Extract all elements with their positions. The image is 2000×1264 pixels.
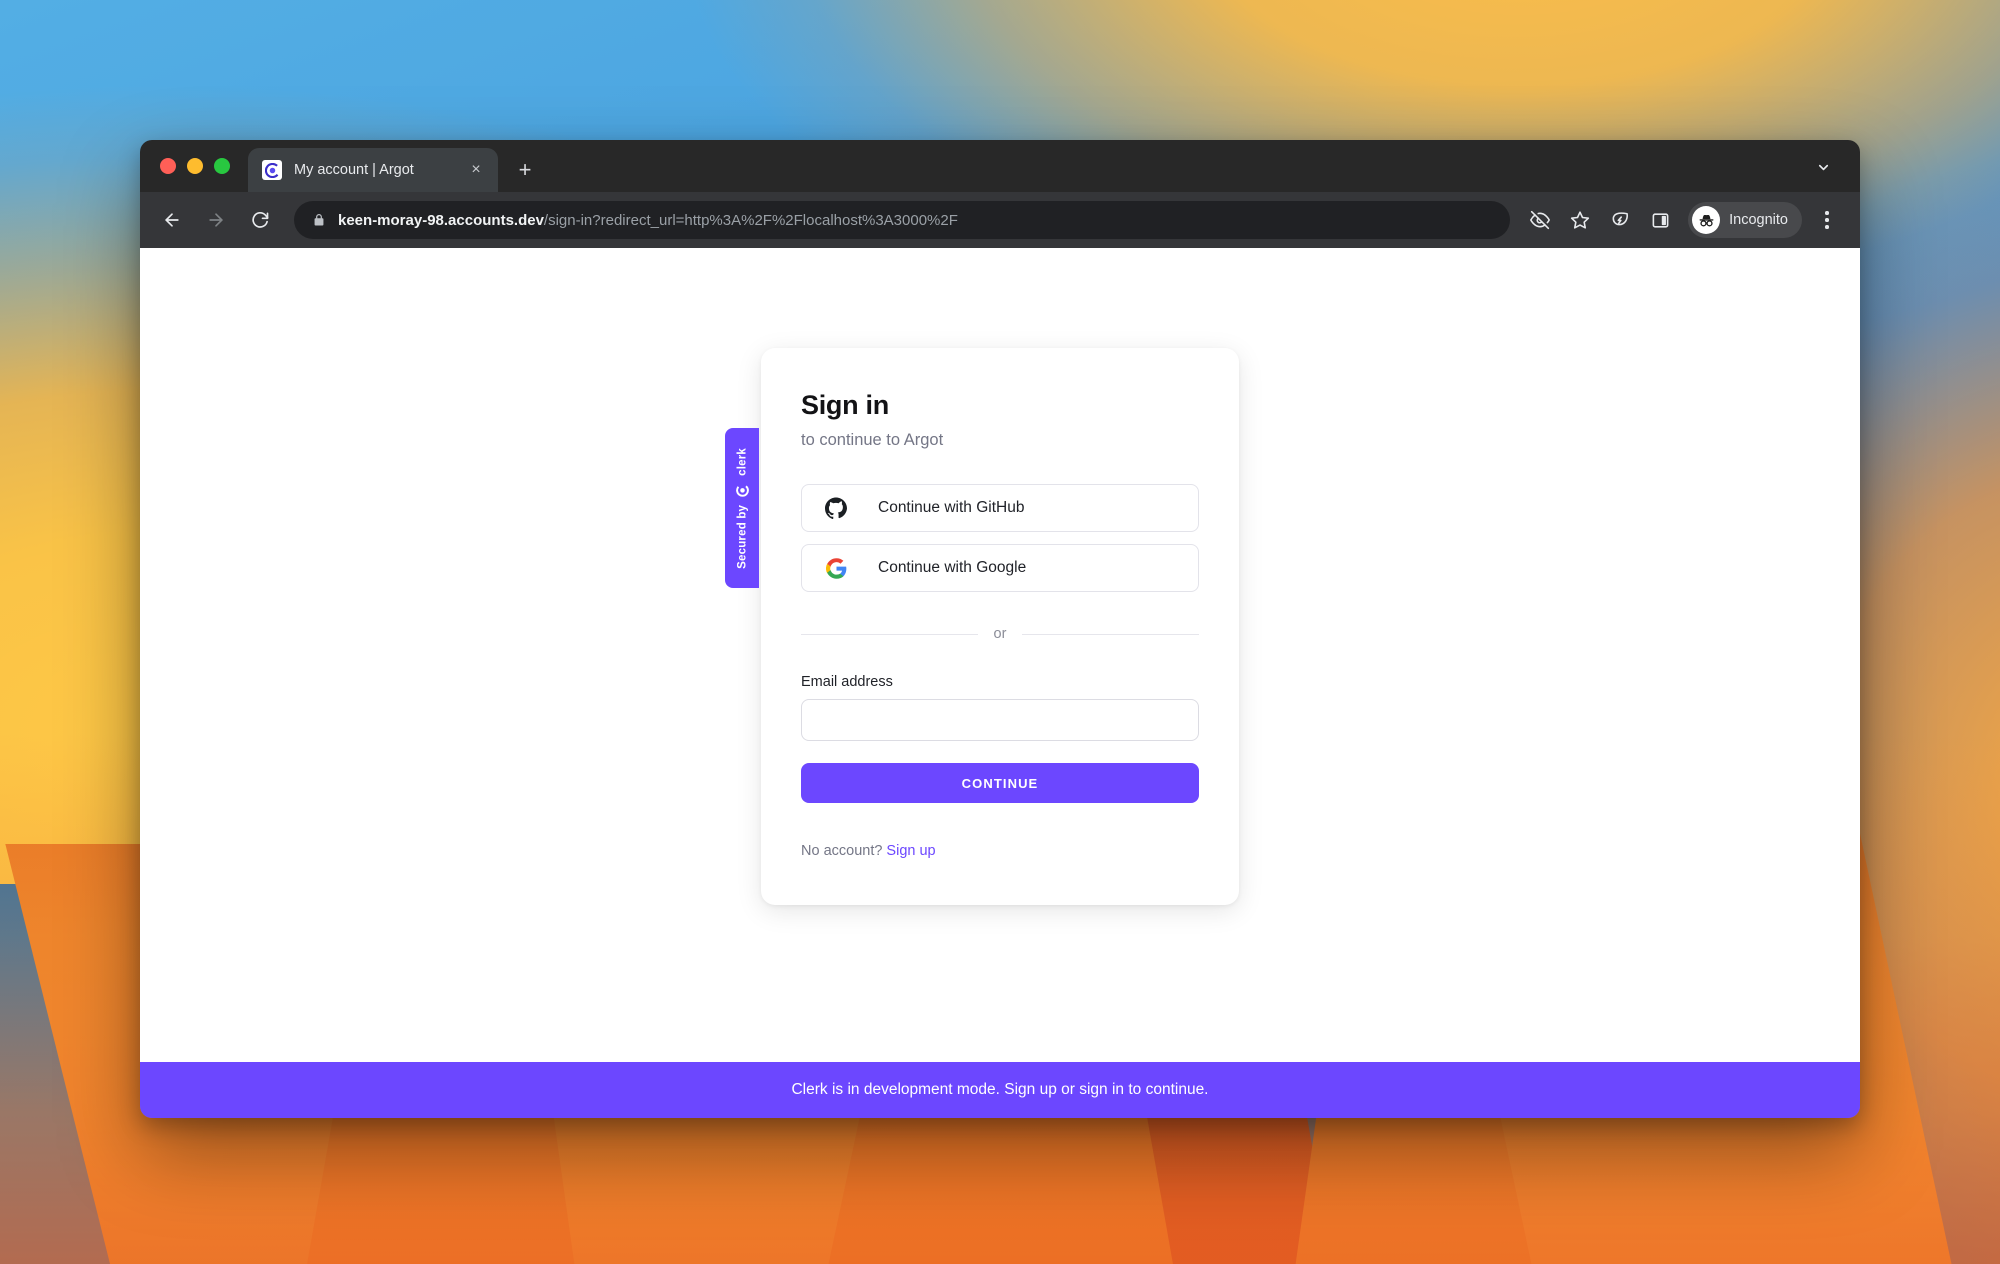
leaf-icon[interactable]	[1602, 202, 1638, 238]
no-account-label: No account?	[801, 843, 883, 859]
github-icon	[824, 496, 848, 520]
social-provider-list: Continue with GitHub Continue with Googl…	[801, 484, 1199, 592]
desktop-wallpaper: My account | Argot × + keen-moray-98.acc…	[0, 0, 2000, 1264]
tab-strip: My account | Argot × +	[140, 140, 1860, 192]
social-button-label: Continue with GitHub	[878, 499, 1025, 516]
address-bar-url: keen-moray-98.accounts.dev/sign-in?redir…	[338, 212, 958, 229]
secured-by-clerk-badge-inner: Secured by clerk	[735, 447, 749, 569]
divider-label: or	[993, 626, 1007, 642]
page-subtitle: to continue to Argot	[801, 431, 944, 449]
clerk-brand-label: clerk	[736, 447, 748, 476]
signin-card: Sign in to continue to Argot Continue wi…	[761, 348, 1239, 905]
clerk-logo-icon	[262, 160, 282, 180]
google-icon	[824, 556, 848, 580]
social-button-label: Continue with Google	[878, 559, 1027, 576]
incognito-spy-icon	[1692, 206, 1721, 234]
tab-title: My account | Argot	[294, 162, 414, 178]
email-field-block: Email address	[801, 674, 1199, 741]
reload-icon[interactable]	[240, 200, 280, 240]
address-bar[interactable]: keen-moray-98.accounts.dev/sign-in?redir…	[294, 201, 1511, 239]
forward-arrow-icon[interactable]	[196, 200, 236, 240]
window-traffic-lights	[160, 140, 248, 192]
continue-button[interactable]: CONTINUE	[801, 763, 1199, 803]
page-viewport: Secured by clerk Sign in to continue to …	[140, 248, 1860, 1062]
window-minimize-button[interactable]	[187, 158, 203, 174]
url-path: /sign-in?redirect_url=http%3A%2F%2Flocal…	[543, 211, 958, 229]
continue-with-github-button[interactable]: Continue with GitHub	[801, 484, 1199, 532]
three-dot-menu-icon[interactable]	[1810, 203, 1844, 237]
signup-footer: No account? Sign up	[801, 843, 1199, 859]
chevron-down-icon[interactable]	[1810, 154, 1836, 180]
browser-tab[interactable]: My account | Argot ×	[248, 148, 498, 192]
url-host: keen-moray-98.accounts.dev	[338, 211, 544, 229]
star-icon[interactable]	[1562, 202, 1598, 238]
divider-line-right	[1022, 633, 1199, 635]
browser-toolbar: keen-moray-98.accounts.dev/sign-in?redir…	[140, 192, 1860, 248]
email-field-label: Email address	[801, 674, 893, 690]
lock-icon	[312, 213, 326, 227]
profile-incognito-button[interactable]: Incognito	[1688, 202, 1802, 238]
tab-close-icon[interactable]: ×	[466, 160, 486, 180]
browser-window: My account | Argot × + keen-moray-98.acc…	[140, 140, 1860, 1118]
eye-crossed-icon[interactable]	[1522, 202, 1558, 238]
secured-by-label: Secured by	[736, 504, 748, 569]
new-tab-button[interactable]: +	[508, 153, 542, 187]
continue-with-google-button[interactable]: Continue with Google	[801, 544, 1199, 592]
clerk-logo-icon	[735, 483, 749, 497]
or-divider: or	[801, 626, 1199, 642]
side-panel-icon[interactable]	[1642, 202, 1678, 238]
window-close-button[interactable]	[160, 158, 176, 174]
profile-label: Incognito	[1729, 212, 1788, 228]
email-input[interactable]	[801, 699, 1199, 741]
back-arrow-icon[interactable]	[152, 200, 192, 240]
divider-line-left	[801, 633, 978, 635]
window-maximize-button[interactable]	[214, 158, 230, 174]
signin-card-wrapper: Secured by clerk Sign in to continue to …	[725, 348, 1239, 905]
page-title: Sign in	[801, 390, 889, 420]
development-mode-banner: Clerk is in development mode. Sign up or…	[140, 1062, 1860, 1118]
sign-up-link[interactable]: Sign up	[886, 843, 935, 859]
secured-by-clerk-badge[interactable]: Secured by clerk	[725, 428, 759, 588]
